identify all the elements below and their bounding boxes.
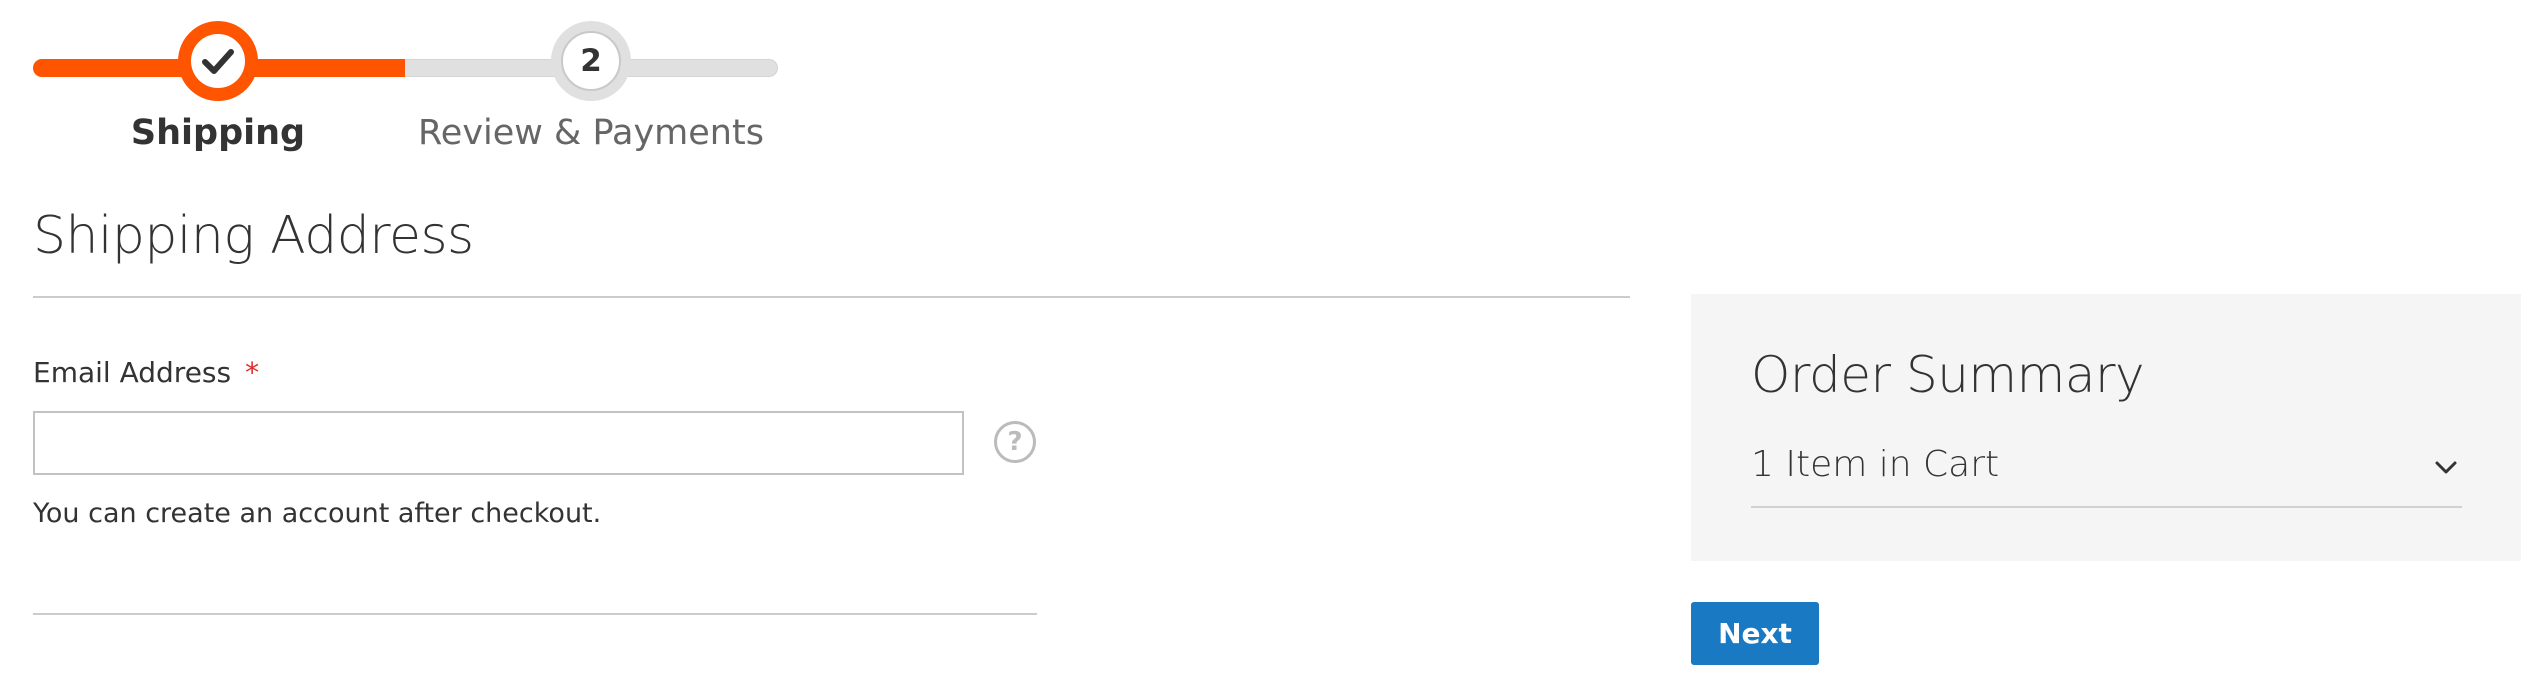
step-review-payments-indicator: 2 — [551, 21, 631, 101]
page-title: Shipping Address — [33, 206, 474, 266]
email-field[interactable] — [33, 411, 964, 475]
order-summary-title: Order Summary — [1751, 346, 2145, 404]
step-shipping-indicator — [178, 21, 258, 101]
title-divider — [33, 296, 1630, 298]
step-number: 2 — [561, 31, 621, 91]
items-in-cart-toggle[interactable]: 1 Item in Cart — [1751, 444, 2462, 508]
checkout-progress-bar: Shipping 2 Review & Payments — [0, 0, 800, 170]
order-summary-panel: Order Summary 1 Item in Cart — [1691, 294, 2521, 561]
step-review-payments-label[interactable]: Review & Payments — [418, 113, 764, 153]
items-in-cart-label: 1 Item in Cart — [1751, 444, 2000, 485]
email-label: Email Address * — [33, 356, 259, 389]
checkmark-icon — [202, 49, 234, 74]
question-icon[interactable]: ? — [994, 421, 1036, 463]
email-note: You can create an account after checkout… — [33, 498, 602, 529]
required-marker: * — [245, 356, 260, 389]
next-button[interactable]: Next — [1691, 602, 1819, 665]
chevron-down-icon — [2435, 461, 2457, 474]
form-divider — [33, 613, 1037, 615]
step-shipping-label: Shipping — [130, 113, 306, 153]
email-label-text: Email Address — [33, 356, 232, 389]
